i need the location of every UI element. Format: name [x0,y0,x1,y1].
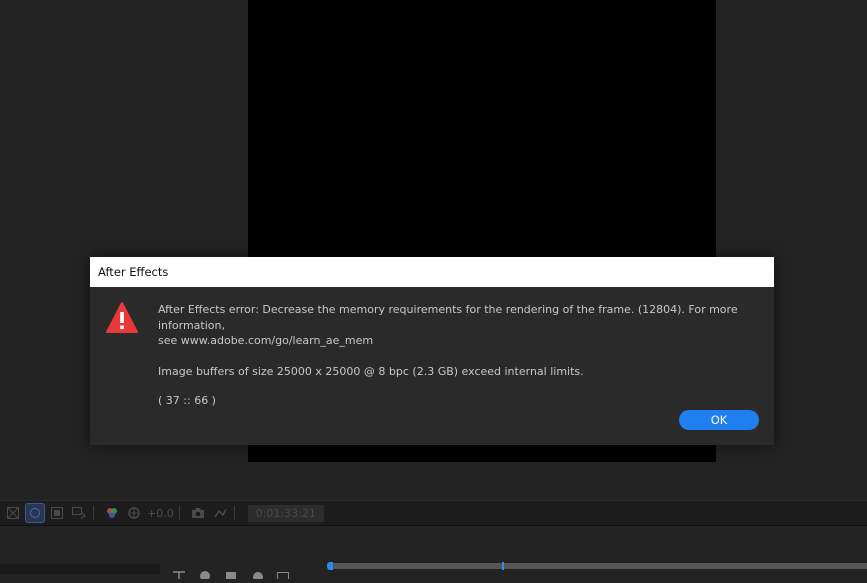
error-message-line-2: see www.adobe.com/go/learn_ae_mem [158,334,374,347]
time-ruler[interactable] [330,563,867,569]
toolbar-divider [233,506,235,520]
toolbar-divider [178,506,180,520]
toolbar-divider [93,506,94,520]
current-time-display[interactable]: 0:01:33:21 [247,504,324,522]
dialog-message: After Effects error: Decrease the memory… [158,302,758,409]
error-detail: Image buffers of size 25000 x 25000 @ 8 … [158,364,584,378]
current-time-indicator[interactable] [502,562,504,570]
region-icon[interactable] [48,504,66,522]
exposure-icon[interactable] [125,504,143,522]
error-code: ( 37 :: 66 ) [158,394,216,407]
mask-icon[interactable] [25,503,45,523]
camera-snapshot-icon[interactable] [189,504,207,522]
warning-triangle-icon [106,302,138,333]
error-message-line-1: After Effects error: Decrease the memory… [158,303,738,332]
3d-view-icon[interactable] [70,504,88,522]
dialog-title: After Effects [90,257,774,287]
error-dialog: After Effects After Effects error: Decre… [90,257,774,445]
exposure-value[interactable]: +0.0 [147,507,174,520]
ok-button[interactable]: OK [679,410,759,430]
viewer-toolbar: +0.0 0:01:33:21 [0,500,867,526]
timeline-panel [0,525,867,582]
transparency-grid-icon[interactable] [4,504,22,522]
show-snapshot-icon[interactable] [211,504,229,522]
work-area-start-handle[interactable] [327,562,333,570]
color-channels-icon[interactable] [103,504,121,522]
